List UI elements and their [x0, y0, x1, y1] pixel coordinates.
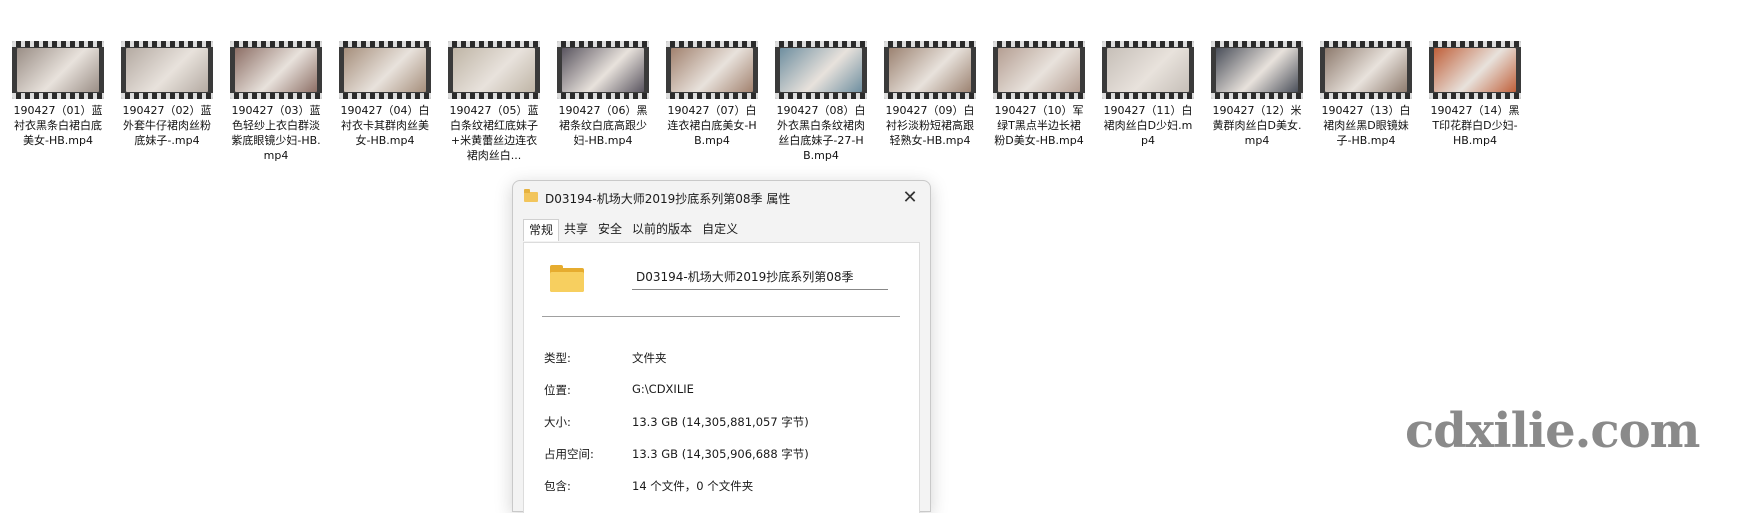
- file-item[interactable]: 190427（02）蓝外套牛仔裙肉丝粉底妹子-.mp4: [119, 41, 215, 148]
- property-value: 13.3 GB (14,305,881,057 字节): [632, 415, 809, 429]
- tab-sharing[interactable]: 共享: [559, 219, 593, 240]
- video-thumbnail: [339, 41, 431, 99]
- file-name: 190427（10）军绿T黑点半边长裙粉D美女-HB.mp4: [994, 104, 1084, 147]
- file-name: 190427（07）白连衣裙白底美女-HB.mp4: [667, 104, 757, 147]
- file-name: 190427（14）黑T印花群白D少妇-HB.mp4: [1430, 104, 1520, 147]
- tab-security[interactable]: 安全: [593, 219, 627, 240]
- file-name: 190427（04）白衬衣卡其群肉丝美女-HB.mp4: [340, 104, 430, 147]
- property-label: 大小:: [544, 415, 571, 429]
- file-item[interactable]: 190427（01）蓝衬衣黑条白裙白底美女-HB.mp4: [10, 41, 106, 148]
- close-button[interactable]: ✕: [896, 184, 924, 212]
- video-thumbnail: [12, 41, 104, 99]
- video-thumbnail: [1211, 41, 1303, 99]
- file-item[interactable]: 190427（06）黑裙条纹白底高跟少妇-HB.mp4: [555, 41, 651, 148]
- file-item[interactable]: 190427（14）黑T印花群白D少妇-HB.mp4: [1427, 41, 1523, 148]
- thumbnail-frame: [235, 48, 317, 92]
- folder-icon: [550, 265, 584, 292]
- file-item[interactable]: 190427（04）白衬衣卡其群肉丝美女-HB.mp4: [337, 41, 433, 148]
- video-thumbnail: [884, 41, 976, 99]
- thumbnail-frame: [671, 48, 753, 92]
- file-name: 190427（03）蓝色轻纱上衣白群淡紫底眼镜少妇-HB.mp4: [231, 104, 321, 162]
- file-name: 190427（13）白裙肉丝黑D眼镜妹子-HB.mp4: [1321, 104, 1411, 147]
- thumbnail-frame: [1325, 48, 1407, 92]
- thumbnail-frame: [562, 48, 644, 92]
- video-thumbnail: [666, 41, 758, 99]
- thumbnail-frame: [1434, 48, 1516, 92]
- file-item[interactable]: 190427（09）白衬衫淡粉短裙高跟轻熟女-HB.mp4: [882, 41, 978, 148]
- file-item[interactable]: 190427（12）米黄群肉丝白D美女.mp4: [1209, 41, 1305, 148]
- video-thumbnail: [230, 41, 322, 99]
- file-item[interactable]: 190427（03）蓝色轻纱上衣白群淡紫底眼镜少妇-HB.mp4: [228, 41, 324, 163]
- file-name: 190427（11）白裙肉丝白D少妇.mp4: [1103, 104, 1193, 147]
- dialog-title: D03194-机场大师2019抄底系列第08季 属性: [545, 192, 791, 206]
- thumbnail-frame: [889, 48, 971, 92]
- video-thumbnail: [121, 41, 213, 99]
- thumbnail-frame: [126, 48, 208, 92]
- video-thumbnail: [775, 41, 867, 99]
- video-thumbnail: [1320, 41, 1412, 99]
- file-item[interactable]: 190427（05）蓝白条纹裙红底妹子+米黄蕾丝边连衣裙肉丝白...: [446, 41, 542, 163]
- thumbnail-frame: [344, 48, 426, 92]
- property-label: 占用空间:: [544, 447, 594, 461]
- thumbnail-frame: [453, 48, 535, 92]
- video-thumbnail: [1429, 41, 1521, 99]
- file-name: 190427（02）蓝外套牛仔裙肉丝粉底妹子-.mp4: [122, 104, 212, 147]
- file-name: 190427（01）蓝衬衣黑条白裙白底美女-HB.mp4: [13, 104, 103, 147]
- thumbnail-frame: [1107, 48, 1189, 92]
- file-name: 190427（09）白衬衫淡粉短裙高跟轻熟女-HB.mp4: [885, 104, 975, 147]
- property-label: 包含:: [544, 479, 571, 493]
- divider: [542, 316, 900, 317]
- file-item[interactable]: 190427（10）军绿T黑点半边长裙粉D美女-HB.mp4: [991, 41, 1087, 148]
- thumbnail-frame: [780, 48, 862, 92]
- tab-customize[interactable]: 自定义: [697, 219, 743, 240]
- video-thumbnail: [557, 41, 649, 99]
- file-name: 190427（08）白外衣黑白条纹裙肉丝白底妹子-27-HB.mp4: [776, 104, 866, 162]
- dialog-title-bar[interactable]: D03194-机场大师2019抄底系列第08季 属性 ✕: [513, 181, 930, 215]
- property-value: 14 个文件，0 个文件夹: [632, 479, 754, 493]
- file-name: 190427（06）黑裙条纹白底高跟少妇-HB.mp4: [558, 104, 648, 147]
- file-item[interactable]: 190427（08）白外衣黑白条纹裙肉丝白底妹子-27-HB.mp4: [773, 41, 869, 163]
- file-item[interactable]: 190427（11）白裙肉丝白D少妇.mp4: [1100, 41, 1196, 148]
- property-value: 13.3 GB (14,305,906,688 字节): [632, 447, 809, 461]
- tab-general[interactable]: 常规: [523, 219, 560, 241]
- file-name: 190427（12）米黄群肉丝白D美女.mp4: [1212, 104, 1302, 147]
- tab-bar: 常规 共享 安全 以前的版本 自定义: [523, 219, 743, 241]
- property-label: 位置:: [544, 383, 571, 397]
- file-item[interactable]: 190427（07）白连衣裙白底美女-HB.mp4: [664, 41, 760, 148]
- thumbnail-frame: [1216, 48, 1298, 92]
- folder-icon: [524, 189, 538, 202]
- general-tab-content: 类型: 文件夹 位置: G:\CDXILIE 大小: 13.3 GB (14,3…: [523, 242, 920, 513]
- video-thumbnail: [1102, 41, 1194, 99]
- thumbnail-frame: [17, 48, 99, 92]
- property-value: G:\CDXILIE: [632, 382, 694, 396]
- file-name: 190427（05）蓝白条纹裙红底妹子+米黄蕾丝边连衣裙肉丝白...: [449, 104, 539, 162]
- thumbnail-frame: [998, 48, 1080, 92]
- property-value: 文件夹: [632, 351, 667, 365]
- video-thumbnail: [448, 41, 540, 99]
- property-label: 类型:: [544, 351, 571, 365]
- watermark: cdxilie.com: [1405, 403, 1700, 459]
- tab-previous-versions[interactable]: 以前的版本: [627, 219, 697, 240]
- properties-dialog: D03194-机场大师2019抄底系列第08季 属性 ✕ 常规 共享 安全 以前的版本…: [512, 180, 931, 513]
- file-item[interactable]: 190427（13）白裙肉丝黑D眼镜妹子-HB.mp4: [1318, 41, 1414, 148]
- folder-name-input[interactable]: [632, 264, 888, 290]
- video-thumbnail: [993, 41, 1085, 99]
- file-grid: 190427（01）蓝衬衣黑条白裙白底美女-HB.mp4 190427（02）蓝…: [10, 41, 1550, 171]
